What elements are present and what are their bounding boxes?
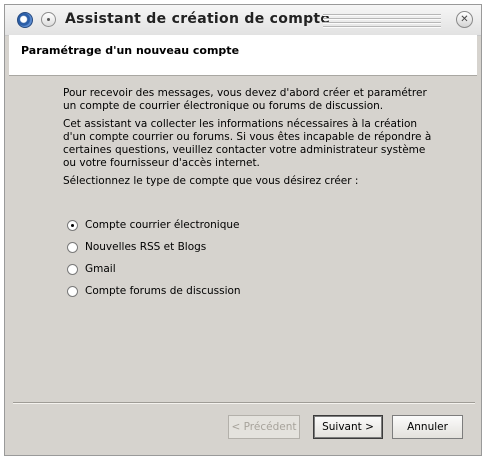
title-bar[interactable]: Assistant de création de compte ✕: [5, 5, 481, 36]
account-type-group: Compte courrier électronique Nouvelles R…: [67, 214, 241, 302]
option-label: Compte forums de discussion: [85, 285, 241, 297]
button-separator: [13, 402, 475, 404]
radio-gmail[interactable]: [67, 263, 78, 275]
cancel-button[interactable]: Annuler: [392, 415, 463, 439]
radio-rss-blogs[interactable]: [67, 241, 78, 253]
option-label: Nouvelles RSS et Blogs: [85, 241, 207, 253]
option-label: Gmail: [85, 263, 116, 275]
close-icon[interactable]: ✕: [456, 11, 473, 28]
option-email-account[interactable]: Compte courrier électronique: [67, 214, 241, 236]
page-title: Paramétrage d'un nouveau compte: [21, 44, 240, 57]
option-gmail[interactable]: Gmail: [67, 258, 241, 280]
previous-button[interactable]: < Précédent: [228, 415, 300, 439]
radio-newsgroup-account[interactable]: [67, 285, 78, 297]
description-paragraph-2: Cet assistant va collecter les informati…: [63, 118, 432, 169]
option-rss-blogs[interactable]: Nouvelles RSS et Blogs: [67, 236, 241, 258]
window-title: Assistant de création de compte: [65, 11, 331, 27]
option-newsgroup-account[interactable]: Compte forums de discussion: [67, 280, 241, 302]
page-header: Paramétrage d'un nouveau compte: [9, 35, 477, 76]
account-type-prompt: Sélectionnez le type de compte que vous …: [63, 175, 359, 187]
title-bar-decoration: [323, 14, 441, 28]
radio-email-account[interactable]: [67, 219, 78, 231]
window-menu-icon[interactable]: [41, 12, 56, 27]
description: Pour recevoir des messages, vous devez d…: [63, 87, 433, 193]
option-label: Compte courrier électronique: [85, 219, 240, 231]
wizard-window: Assistant de création de compte ✕ Paramé…: [4, 4, 482, 456]
description-paragraph-1: Pour recevoir des messages, vous devez d…: [63, 87, 427, 112]
next-button[interactable]: Suivant >: [313, 415, 383, 439]
thunderbird-icon: [17, 12, 33, 28]
